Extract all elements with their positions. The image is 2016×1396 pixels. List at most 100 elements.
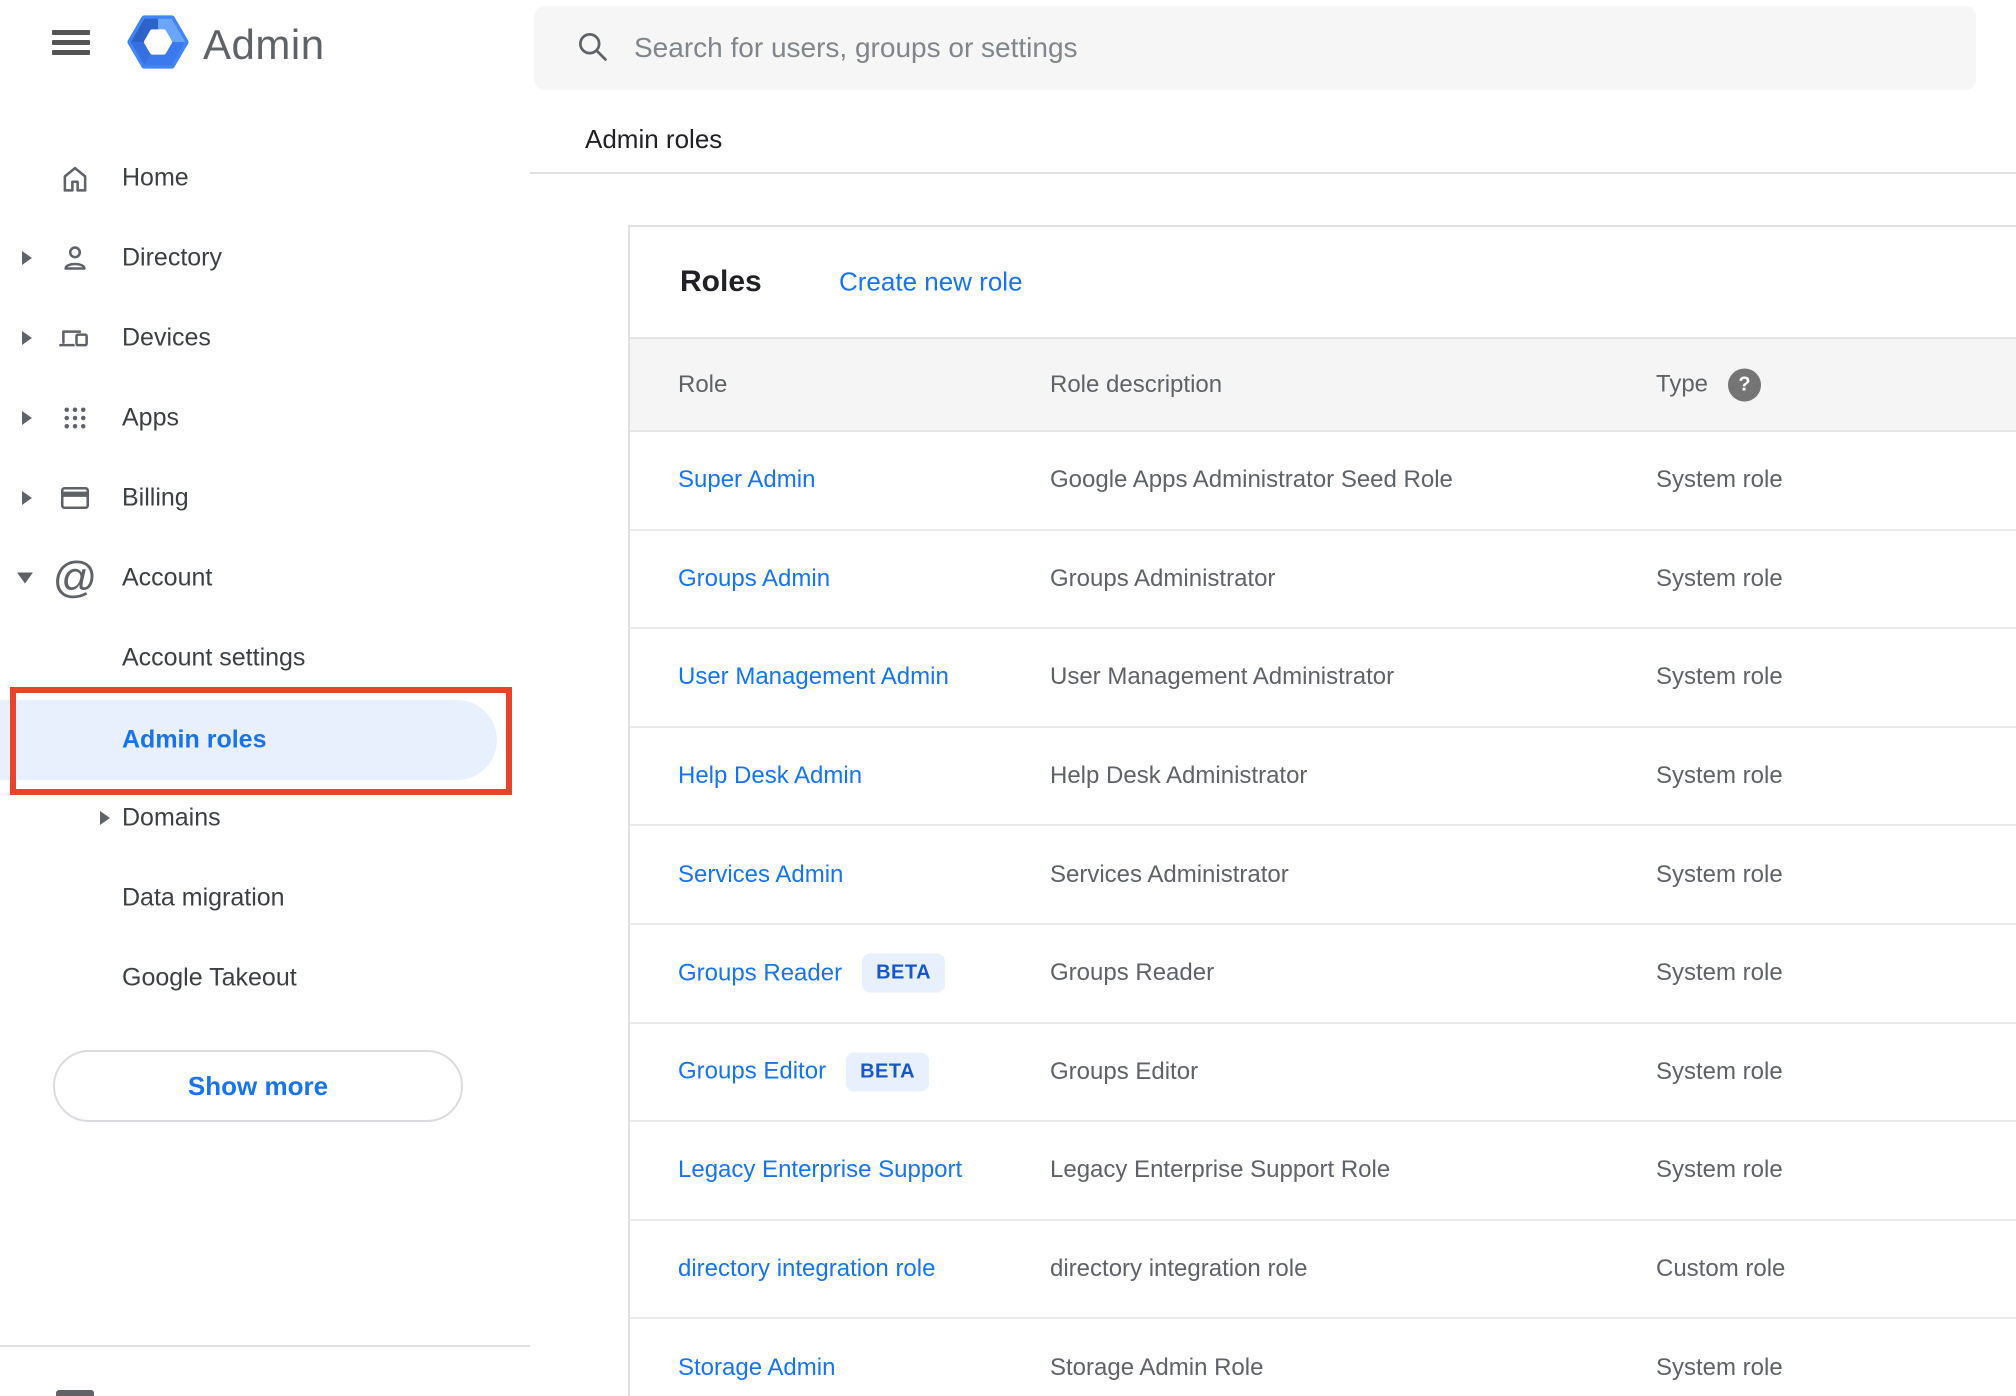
sidebar-item-account[interactable]: @ Account bbox=[0, 538, 530, 618]
admin-hexagon-icon bbox=[127, 14, 189, 75]
beta-badge: BETA bbox=[862, 953, 946, 993]
show-more-button[interactable]: Show more bbox=[53, 1050, 463, 1122]
sidebar-item-label: Domains bbox=[122, 803, 221, 832]
sidebar-item-label: Account bbox=[122, 563, 213, 592]
table-header: Role Role description Type ? bbox=[630, 337, 2016, 432]
role-type: System role bbox=[1656, 959, 1783, 987]
table-row: Groups Admin Groups Administrator System… bbox=[630, 531, 2016, 630]
role-type: System role bbox=[1656, 466, 1783, 494]
admin-console: Admin Home Directory Devices Apps Billin… bbox=[0, 0, 2016, 1396]
sidebar-item-domains[interactable]: Domains bbox=[0, 778, 530, 858]
app-title: Admin bbox=[203, 20, 325, 68]
sidebar-item-label: Billing bbox=[122, 483, 189, 512]
beta-badge: BETA bbox=[846, 1052, 930, 1092]
column-header-type: Type ? bbox=[1656, 368, 1762, 401]
table-row: Services Admin Services Administrator Sy… bbox=[630, 826, 2016, 925]
sidebar-item-devices[interactable]: Devices bbox=[0, 298, 530, 378]
sidebar-item-label: Directory bbox=[122, 243, 223, 272]
role-description: Groups Administrator bbox=[1050, 564, 1276, 592]
sidebar-item-apps[interactable]: Apps bbox=[0, 378, 530, 458]
role-link[interactable]: Super Admin bbox=[678, 466, 815, 494]
expand-right-icon[interactable] bbox=[100, 811, 110, 825]
sidebar-item-data-migration[interactable]: Data migration bbox=[0, 858, 530, 938]
table-row: Help Desk Admin Help Desk Administrator … bbox=[630, 728, 2016, 827]
role-description: Groups Editor bbox=[1050, 1057, 1199, 1085]
role-link[interactable]: Legacy Enterprise Support bbox=[678, 1156, 962, 1184]
breadcrumb: Admin roles bbox=[585, 124, 723, 154]
role-link[interactable]: Groups Admin bbox=[678, 565, 830, 593]
sidebar-item-label: Google Takeout bbox=[122, 963, 297, 992]
table-row: Legacy Enterprise Support Legacy Enterpr… bbox=[630, 1122, 2016, 1221]
apps-grid-icon bbox=[56, 399, 94, 437]
role-link[interactable]: Groups Editor bbox=[678, 1058, 826, 1086]
role-type: Custom role bbox=[1656, 1255, 1786, 1283]
expand-down-icon[interactable] bbox=[17, 572, 33, 584]
table-row: Super Admin Google Apps Administrator Se… bbox=[630, 432, 2016, 531]
person-icon bbox=[56, 239, 94, 277]
sidebar-item-label: Admin roles bbox=[122, 725, 267, 754]
search-input[interactable]: Search for users, groups or settings bbox=[534, 6, 1976, 90]
role-description: directory integration role bbox=[1050, 1255, 1308, 1283]
role-description: Services Administrator bbox=[1050, 860, 1289, 888]
admin-logo: Admin bbox=[127, 14, 325, 75]
expand-right-icon[interactable] bbox=[22, 491, 32, 505]
sidebar-item-google-takeout[interactable]: Google Takeout bbox=[0, 938, 530, 1018]
card-title: Roles bbox=[680, 265, 762, 298]
role-link[interactable]: Services Admin bbox=[678, 861, 843, 889]
table-row: Storage Admin Storage Admin Role System … bbox=[630, 1319, 2016, 1396]
partial-section-icon bbox=[56, 1390, 94, 1396]
role-type: System role bbox=[1656, 762, 1783, 790]
sidebar: Admin Home Directory Devices Apps Billin… bbox=[0, 0, 530, 1396]
roles-card: Roles Create new role Role Role descript… bbox=[628, 225, 2016, 1396]
role-link[interactable]: directory integration role bbox=[678, 1255, 935, 1283]
column-header-role: Role bbox=[678, 370, 728, 398]
role-description: Legacy Enterprise Support Role bbox=[1050, 1156, 1391, 1184]
credit-card-icon bbox=[56, 479, 94, 517]
role-link[interactable]: Storage Admin bbox=[678, 1354, 835, 1382]
create-new-role-link[interactable]: Create new role bbox=[839, 267, 1023, 298]
sidebar-item-account-settings[interactable]: Account settings bbox=[0, 618, 530, 698]
search-icon bbox=[574, 28, 610, 69]
sidebar-item-directory[interactable]: Directory bbox=[0, 218, 530, 298]
role-type: System role bbox=[1656, 564, 1783, 592]
help-icon[interactable]: ? bbox=[1728, 368, 1762, 401]
card-header: Roles Create new role bbox=[630, 227, 2016, 337]
table-row: Groups Editor BETA Groups Editor System … bbox=[630, 1024, 2016, 1123]
devices-icon bbox=[56, 319, 94, 357]
role-type: System role bbox=[1656, 663, 1783, 691]
role-type: System role bbox=[1656, 1057, 1783, 1085]
table-row: directory integration role directory int… bbox=[630, 1221, 2016, 1320]
role-description: User Management Administrator bbox=[1050, 663, 1395, 691]
expand-right-icon[interactable] bbox=[22, 411, 32, 425]
sidebar-divider bbox=[0, 1345, 530, 1347]
role-link[interactable]: Help Desk Admin bbox=[678, 762, 862, 790]
role-description: Help Desk Administrator bbox=[1050, 762, 1308, 790]
sidebar-item-label: Account settings bbox=[122, 643, 306, 672]
role-description: Storage Admin Role bbox=[1050, 1353, 1264, 1381]
role-type: System role bbox=[1656, 1353, 1783, 1381]
expand-right-icon[interactable] bbox=[22, 331, 32, 345]
home-icon bbox=[56, 159, 94, 197]
sidebar-item-billing[interactable]: Billing bbox=[0, 458, 530, 538]
header-divider bbox=[530, 172, 2016, 174]
expand-right-icon[interactable] bbox=[22, 251, 32, 265]
sidebar-item-label: Devices bbox=[122, 323, 211, 352]
table-row: Groups Reader BETA Groups Reader System … bbox=[630, 925, 2016, 1024]
search-placeholder: Search for users, groups or settings bbox=[634, 32, 1078, 63]
menu-icon[interactable] bbox=[52, 30, 90, 55]
column-header-description: Role description bbox=[1050, 370, 1223, 398]
role-description: Groups Reader bbox=[1050, 959, 1215, 987]
main-content: Search for users, groups or settings Adm… bbox=[530, 0, 2016, 1396]
sidebar-item-label: Apps bbox=[122, 403, 179, 432]
sidebar-item-admin-roles[interactable]: Admin roles bbox=[0, 700, 497, 780]
sidebar-item-label: Home bbox=[122, 163, 189, 192]
sidebar-item-home[interactable]: Home bbox=[0, 138, 530, 218]
sidebar-item-label: Data migration bbox=[122, 883, 285, 912]
role-type: System role bbox=[1656, 1156, 1783, 1184]
column-header-type-label: Type bbox=[1656, 370, 1709, 398]
role-link[interactable]: Groups Reader bbox=[678, 959, 842, 987]
roles-table-body: Super Admin Google Apps Administrator Se… bbox=[630, 432, 2016, 1396]
role-description: Google Apps Administrator Seed Role bbox=[1050, 466, 1453, 494]
role-link[interactable]: User Management Admin bbox=[678, 663, 949, 691]
at-sign-icon: @ bbox=[52, 553, 98, 602]
